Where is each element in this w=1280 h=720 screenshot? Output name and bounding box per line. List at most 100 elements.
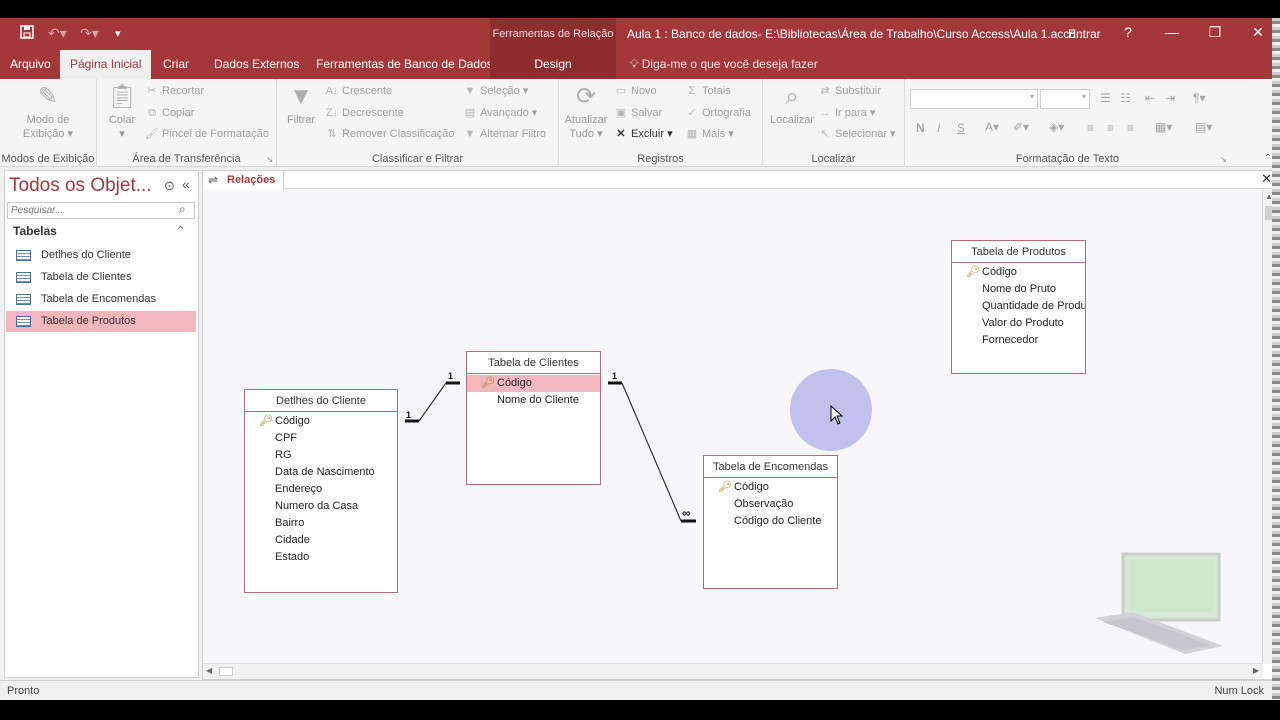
font-color-icon[interactable]: A▾: [985, 120, 999, 134]
increase-indent-icon[interactable]: ⇥: [1165, 91, 1175, 105]
tab-criar[interactable]: Criar: [153, 50, 199, 79]
nav-item-clientes[interactable]: Tabela de Clientes: [6, 267, 196, 288]
scroll-right-icon[interactable]: ▶: [1253, 666, 1259, 675]
dialog-launcher-icon[interactable]: ↘: [266, 155, 273, 164]
totals-button[interactable]: Σ Totais: [685, 83, 731, 99]
nav-item-encomendas[interactable]: Tabela de Encomendas: [6, 289, 196, 310]
field-row[interactable]: Endereço: [245, 481, 397, 498]
collapse-ribbon-icon[interactable]: ⌃: [1264, 153, 1272, 164]
restore-button[interactable]: ❐: [1205, 24, 1225, 41]
signin-link[interactable]: Entrar: [1068, 27, 1101, 41]
field-row[interactable]: Data de Nascimento: [245, 464, 397, 481]
bold-button[interactable]: N: [916, 121, 925, 135]
close-button[interactable]: ✕: [1248, 24, 1268, 41]
tab-arquivo[interactable]: Arquivo: [0, 50, 61, 79]
italic-button[interactable]: I: [937, 121, 940, 135]
selection-button[interactable]: ▼ Seleção ▾: [463, 83, 529, 99]
table-produtos[interactable]: Tabela de Produtos 🔑︎ Código Nome do Prut…: [951, 240, 1086, 374]
nav-item-produtos[interactable]: Tabela de Produtos: [6, 311, 196, 332]
nav-collapse-icon[interactable]: «: [182, 176, 190, 192]
numbering-icon[interactable]: ☷: [1120, 91, 1131, 105]
field-row[interactable]: 🔑︎ Código: [704, 479, 837, 496]
font-size-combo[interactable]: ▾: [1040, 89, 1090, 109]
align-center-icon[interactable]: ≡: [1107, 121, 1114, 135]
fill-color-icon[interactable]: ◈▾: [1049, 120, 1064, 134]
tab-dados-externos[interactable]: Dados Externos: [204, 50, 309, 79]
spelling-button[interactable]: ✓ Ortografia: [685, 105, 751, 121]
tab-pagina-inicial[interactable]: Página Inicial: [60, 50, 152, 79]
field-row[interactable]: Observação: [704, 496, 837, 513]
minimize-button[interactable]: —: [1162, 24, 1182, 40]
font-name-combo[interactable]: ▾: [910, 89, 1038, 109]
nav-item-detalhes[interactable]: Detlhes do Cliente: [6, 245, 196, 266]
scroll-left-icon[interactable]: ◀: [206, 666, 212, 675]
field-row[interactable]: 🔑︎ Código: [952, 264, 1085, 281]
field-row[interactable]: RG: [245, 447, 397, 464]
nav-section-tables[interactable]: Tabelas: [13, 224, 57, 238]
align-left-icon[interactable]: ≡: [1087, 121, 1094, 135]
field-row[interactable]: Código do Cliente: [704, 513, 837, 530]
search-icon[interactable]: ⌕: [179, 202, 186, 217]
field-row-selected[interactable]: 🔑︎ Código: [467, 375, 600, 392]
table-clientes[interactable]: Tabela de Clientes 🔑︎ Código Nome do Clie…: [466, 351, 601, 485]
table-title[interactable]: Tabela de Clientes: [467, 352, 600, 374]
field-row[interactable]: Cidade: [245, 532, 397, 549]
copy-button[interactable]: ⧉ Copiar: [145, 105, 194, 121]
redo-icon[interactable]: ↷▾: [80, 25, 99, 42]
advanced-button[interactable]: ▤ Avançado ▾: [463, 105, 538, 121]
underline-button[interactable]: S: [957, 121, 965, 135]
paste-button[interactable]: 📋︎ Colar ▾: [105, 83, 139, 141]
field-row[interactable]: Fornecedor: [952, 332, 1085, 349]
format-painter-button[interactable]: 🖌︎ Pincel de Formatação: [145, 126, 269, 142]
alternate-row-icon[interactable]: ▤▾: [1195, 120, 1212, 134]
field-row[interactable]: Valor do Produto: [952, 315, 1085, 332]
close-document-icon[interactable]: ✕: [1261, 171, 1272, 187]
nav-menu-icon[interactable]: ⊙: [164, 178, 175, 194]
undo-icon[interactable]: ↶▾: [48, 25, 67, 42]
nav-title[interactable]: Todos os Objet...: [9, 175, 152, 197]
filter-button[interactable]: ▼ Filtrar: [285, 83, 317, 127]
table-title[interactable]: Tabela de Encomendas: [704, 456, 837, 478]
decrease-indent-icon[interactable]: ⇤: [1145, 91, 1155, 105]
tab-design[interactable]: Design: [490, 50, 616, 79]
goto-button[interactable]: → Ir para ▾: [818, 105, 876, 121]
scroll-thumb[interactable]: [219, 667, 233, 676]
horizontal-scrollbar[interactable]: ◀ ▶: [203, 663, 1263, 679]
view-button[interactable]: ✎ Modo de Exibição ▾: [18, 83, 78, 141]
field-row[interactable]: Nome do Pruto: [952, 281, 1085, 298]
customize-icon[interactable]: ▾: [115, 27, 121, 40]
relation-detalhes-clientes[interactable]: [405, 381, 460, 423]
refresh-all-button[interactable]: ⟳ Atualizar Tudo ▾: [563, 83, 609, 141]
field-row[interactable]: Bairro: [245, 515, 397, 532]
select-button[interactable]: ↖ Selecionar ▾: [818, 126, 895, 142]
relationships-canvas[interactable]: 1 1 1 ∞ Detlhes do Cliente 🔑︎ Código CPF …: [203, 190, 1263, 664]
field-row[interactable]: Numero da Casa: [245, 498, 397, 515]
save-record-button[interactable]: ▣ Salvar: [614, 105, 662, 121]
replace-button[interactable]: ⇄ Substituir: [818, 83, 880, 99]
field-row[interactable]: Estado: [245, 549, 397, 566]
help-button[interactable]: ?: [1118, 24, 1138, 40]
highlight-icon[interactable]: ✐▾: [1013, 120, 1029, 134]
bullets-icon[interactable]: ☰: [1100, 91, 1111, 105]
table-title[interactable]: Detlhes do Cliente: [245, 390, 397, 412]
sort-ascending-button[interactable]: A↓ Crescente: [325, 83, 393, 99]
new-record-button[interactable]: ▭ Novo: [614, 83, 657, 99]
chevron-up-icon[interactable]: ⌃: [176, 224, 185, 237]
tab-ferramentas-bd[interactable]: Ferramentas de Banco de Dados: [306, 50, 503, 79]
dialog-launcher-icon[interactable]: ↘: [1220, 155, 1227, 164]
remove-sort-button[interactable]: ⇅ Remover Classificação: [325, 126, 454, 142]
cut-button[interactable]: ✂ Recortar: [145, 83, 204, 99]
tell-me-box[interactable]: 💡︎ Diga-me o que você deseja fazer: [630, 50, 818, 79]
table-detalhes-cliente[interactable]: Detlhes do Cliente 🔑︎ Código CPF RG Data …: [244, 389, 398, 593]
more-button[interactable]: ▦ Mais ▾: [685, 126, 734, 142]
delete-button[interactable]: ✕ Excluir ▾: [614, 126, 672, 142]
save-icon[interactable]: [20, 25, 34, 42]
gridlines-icon[interactable]: ▦▾: [1155, 120, 1172, 134]
table-title[interactable]: Tabela de Produtos: [952, 241, 1085, 263]
paragraph-direction-icon[interactable]: ¶▾: [1193, 91, 1205, 105]
find-button[interactable]: ⌕ Localizar: [768, 83, 816, 127]
field-row[interactable]: Nome do Cliente: [467, 392, 600, 409]
relation-clientes-encomendas[interactable]: [608, 381, 696, 523]
field-row[interactable]: 🔑︎ Código: [245, 413, 397, 430]
sort-descending-button[interactable]: Z↓ Decrescente: [325, 105, 404, 121]
